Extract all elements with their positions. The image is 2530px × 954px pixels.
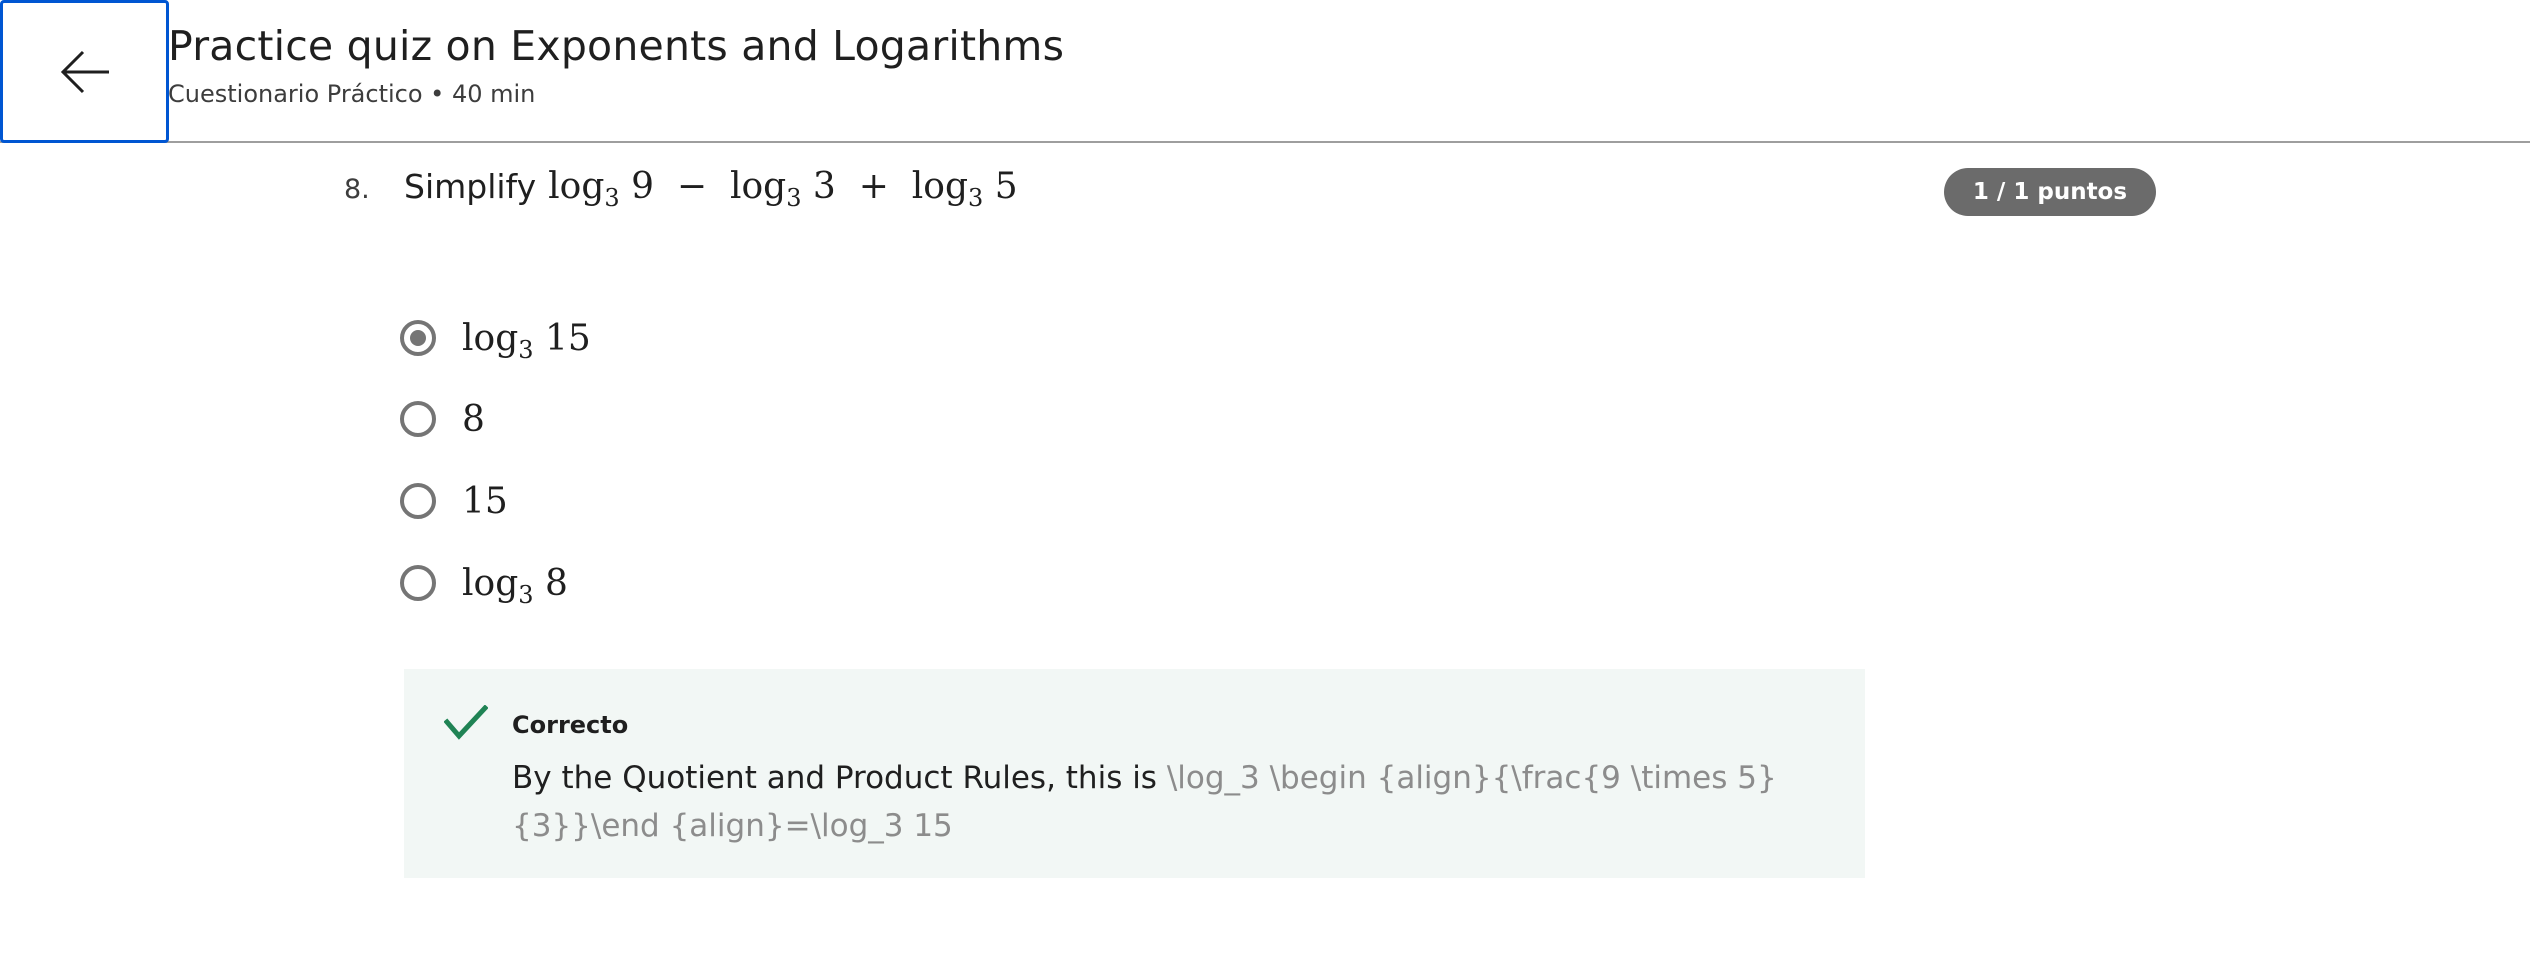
feedback-title: Correcto [512, 711, 629, 739]
arrow-left-icon [60, 50, 109, 93]
question-prefix: Simplify [404, 167, 537, 206]
page-title: Practice quiz on Exponents and Logarithm… [168, 22, 1065, 70]
answer-option-1[interactable]: log3 15 [400, 313, 591, 363]
points-badge: 1 / 1 puntos [1944, 168, 2156, 216]
option-label: log3 15 [462, 317, 591, 364]
checkmark-icon [443, 704, 489, 746]
feedback-panel: Correcto By the Quotient and Product Rul… [404, 669, 1865, 878]
question-text: Simplify log3 9 − log3 3 + log3 5 [404, 166, 1018, 212]
answer-option-3[interactable]: 15 [400, 476, 508, 526]
question-number: 8. [344, 174, 370, 205]
option-label: 8 [462, 398, 485, 440]
page-subtitle: Cuestionario Práctico • 40 min [168, 80, 536, 108]
option-label: log3 8 [462, 562, 568, 609]
answer-option-2[interactable]: 8 [400, 394, 485, 444]
feedback-explanation: By the Quotient and Product Rules, this … [512, 760, 1777, 844]
answer-option-4[interactable]: log3 8 [400, 558, 568, 608]
radio-button[interactable] [400, 401, 436, 437]
quiz-header: Practice quiz on Exponents and Logarithm… [0, 0, 2530, 143]
radio-button[interactable] [400, 565, 436, 601]
back-button[interactable] [0, 0, 169, 143]
radio-button-selected[interactable] [400, 320, 436, 356]
option-label: 15 [462, 480, 508, 522]
question-expression: log3 9 − log3 3 + log3 5 [548, 166, 1018, 212]
radio-button[interactable] [400, 483, 436, 519]
